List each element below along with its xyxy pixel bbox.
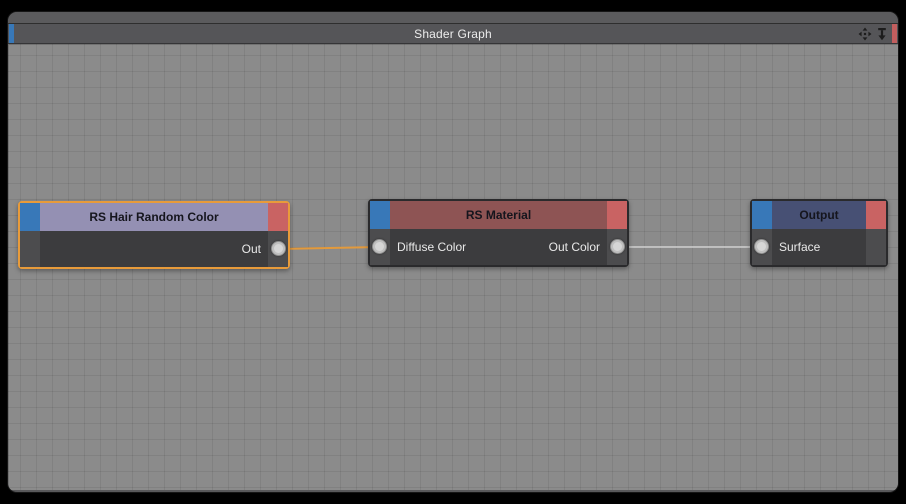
window-chrome-strip[interactable] [8,12,898,23]
titlebar-icons [858,24,889,43]
wire-hair-to-material[interactable] [278,247,380,249]
port-surface[interactable] [754,239,769,254]
port-out-color[interactable] [610,239,625,254]
node-header: RS Hair Random Color [20,203,288,231]
port-out[interactable] [271,241,286,256]
port-label-diffuse-color: Diffuse Color [397,240,466,254]
node-rs-material[interactable]: RS Material Diffuse Color Out Color [368,199,629,267]
port-diffuse-color[interactable] [372,239,387,254]
node-accent-red [268,203,288,231]
node-title: Output [772,201,866,229]
node-body-strip-right [866,229,886,265]
node-accent-blue [20,203,40,231]
node-rs-hair-random-color[interactable]: RS Hair Random Color Out [18,201,290,269]
node-title: RS Hair Random Color [40,203,268,231]
node-header: RS Material [370,201,627,229]
node-body-strip-left [20,231,40,267]
graph-canvas[interactable]: RS Hair Random Color Out RS Material [8,44,898,490]
screen-backdrop: Shader Graph [0,0,906,504]
titlebar-accent-left [9,24,14,43]
node-accent-red [607,201,627,229]
node-body: Out [20,231,288,267]
port-label-surface: Surface [779,240,820,254]
node-title: RS Material [390,201,607,229]
move-icon[interactable] [858,27,872,41]
shader-graph-window: Shader Graph [8,12,898,492]
port-label-out: Out [242,242,261,256]
port-label-out-color: Out Color [549,240,600,254]
dock-icon[interactable] [875,27,889,41]
titlebar-accent-right [892,24,897,43]
node-accent-red [866,201,886,229]
node-body: Diffuse Color Out Color [370,229,627,265]
node-header: Output [752,201,886,229]
node-accent-blue [752,201,772,229]
node-accent-blue [370,201,390,229]
window-title: Shader Graph [414,27,492,41]
node-output[interactable]: Output Surface [750,199,888,267]
node-body: Surface [752,229,886,265]
titlebar[interactable]: Shader Graph [8,23,898,44]
